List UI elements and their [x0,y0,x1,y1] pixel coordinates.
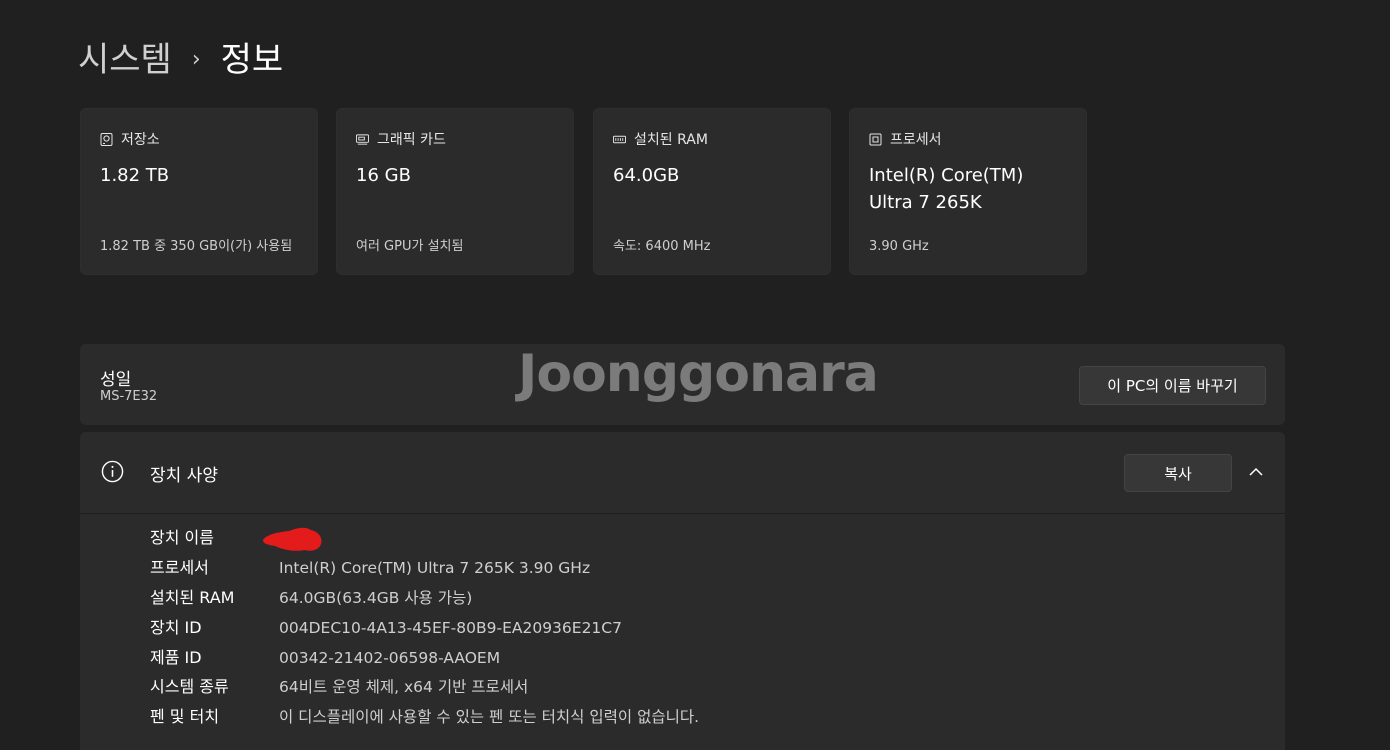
info-icon [101,460,124,483]
breadcrumb-separator: › [191,47,201,72]
ram-card-value: 64.0GB [613,165,680,186]
rename-pc-button[interactable]: 이 PC의 이름 바꾸기 [1079,366,1266,405]
processor-card-header: 프로세서 [869,129,942,149]
spec-value[interactable]: 64.0GB(63.4GB 사용 가능) [279,586,472,610]
storage-card-title: 저장소 [121,132,160,148]
spec-value[interactable]: 이 디스플레이에 사용할 수 있는 펜 또는 터치식 입력이 없습니다. [279,705,699,729]
breadcrumb: 시스템 › 정보 [78,38,283,82]
processor-icon [869,133,882,145]
redaction-mark [263,527,322,551]
ram-card-sub: 속도: 6400 MHz [613,239,711,254]
spec-value[interactable]: 00342-21402-06598-AAOEM [279,646,500,670]
device-name: 성일 [100,370,132,390]
ram-icon [613,135,626,143]
ram-card[interactable]: 설치된 RAM 64.0GB 속도: 6400 MHz [593,108,831,275]
device-model: MS-7E32 [100,389,158,404]
watermark-logo: Joonggonara [518,344,879,404]
storage-card[interactable]: 저장소 1.82 TB 1.82 TB 중 350 GB이(가) 사용됨 [80,108,318,275]
spec-value[interactable]: 64비트 운영 체제, x64 기반 프로세서 [279,675,528,699]
processor-card-sub: 3.90 GHz [869,239,929,254]
spec-value[interactable]: Intel(R) Core(TM) Ultra 7 265K 3.90 GHz [279,556,590,580]
spec-label: 시스템 종류 [150,677,229,696]
page-title: 정보 [220,40,284,80]
processor-card-title: 프로세서 [890,132,942,148]
spec-label: 펜 및 터치 [150,707,220,726]
storage-icon [100,132,113,146]
device-specs-title: 장치 사양 [150,466,218,486]
storage-card-value: 1.82 TB [100,165,170,186]
about-page: 시스템 › 정보 저장소 1.82 TB 1.82 TB 중 350 GB이(가… [0,0,1390,750]
storage-card-header: 저장소 [100,129,160,149]
device-name-panel: 성일 MS-7E32 Joonggonara 이 PC의 이름 바꾸기 [80,344,1285,425]
chevron-up-icon[interactable] [1246,462,1266,482]
spec-label: 장치 ID [150,618,202,637]
ram-card-title: 설치된 RAM [634,132,708,148]
processor-card-value: Intel(R) Core(TM) Ultra 7 265K [869,165,1024,213]
processor-card[interactable]: 프로세서 Intel(R) Core(TM) Ultra 7 265K 3.90… [849,108,1087,275]
graphics-card-icon [356,133,369,145]
device-specs-header[interactable]: 장치 사양 복사 [80,432,1285,514]
copy-button[interactable]: 복사 [1124,454,1232,492]
graphics-card-card[interactable]: 그래픽 카드 16 GB 여러 GPU가 설치됨 [336,108,574,275]
graphics-card-value: 16 GB [356,165,411,186]
spec-label: 제품 ID [150,648,202,667]
graphics-card-header: 그래픽 카드 [356,129,446,149]
spec-label: 설치된 RAM [150,588,235,607]
storage-card-sub: 1.82 TB 중 350 GB이(가) 사용됨 [100,239,293,254]
device-specs-panel: 장치 사양 복사 장치 이름 프로세서 Intel(R) Core(TM) Ul… [80,432,1285,750]
spec-value[interactable]: 004DEC10-4A13-45EF-80B9-EA20936E21C7 [279,616,622,640]
spec-label: 프로세서 [150,558,209,577]
ram-card-header: 설치된 RAM [613,129,708,149]
graphics-card-sub: 여러 GPU가 설치됨 [356,239,464,254]
graphics-card-title: 그래픽 카드 [377,132,446,148]
breadcrumb-system[interactable]: 시스템 [78,38,172,82]
